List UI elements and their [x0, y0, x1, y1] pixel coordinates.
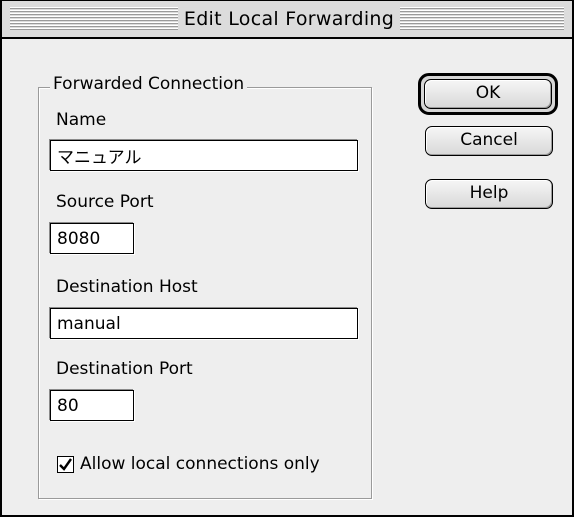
title-bar-stripes-right	[400, 7, 564, 31]
cancel-button[interactable]: Cancel	[425, 126, 553, 156]
destination-port-field[interactable]	[50, 390, 134, 421]
checkmark-icon	[59, 458, 72, 471]
destination-host-field[interactable]	[50, 308, 358, 339]
group-title: Forwarded Connection	[50, 72, 248, 96]
destination-port-label: Destination Port	[56, 359, 193, 379]
name-label: Name	[56, 110, 107, 130]
allow-local-checkbox[interactable]	[57, 456, 74, 473]
allow-local-label[interactable]: Allow local connections only	[80, 453, 366, 475]
title-bar[interactable]: Edit Local Forwarding	[2, 1, 572, 39]
ok-button[interactable]: OK	[424, 79, 552, 109]
edit-local-forwarding-dialog: Edit Local Forwarding Forwarded Connecti…	[0, 0, 574, 517]
window-title: Edit Local Forwarding	[178, 5, 400, 33]
name-field[interactable]	[50, 140, 358, 171]
source-port-field[interactable]	[50, 223, 134, 254]
help-button[interactable]: Help	[425, 179, 553, 209]
title-bar-stripes-left	[10, 7, 178, 31]
destination-host-label: Destination Host	[56, 277, 198, 297]
source-port-label: Source Port	[56, 192, 154, 212]
